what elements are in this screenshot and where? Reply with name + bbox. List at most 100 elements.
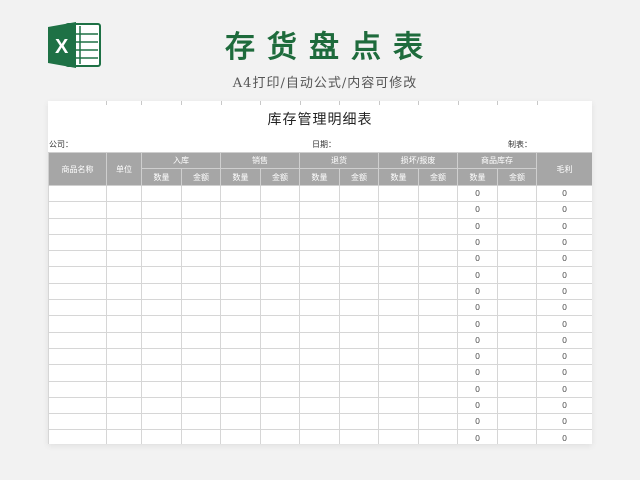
table-cell[interactable] xyxy=(181,331,221,349)
table-cell[interactable] xyxy=(220,315,261,333)
stock-qty-cell[interactable]: 0 xyxy=(457,266,499,284)
table-cell[interactable] xyxy=(141,429,182,444)
table-cell[interactable] xyxy=(106,233,142,252)
table-cell[interactable] xyxy=(339,364,379,382)
table-cell[interactable] xyxy=(181,266,221,284)
table-cell[interactable] xyxy=(339,233,379,252)
stock-qty-cell[interactable]: 0 xyxy=(457,233,499,252)
table-cell[interactable] xyxy=(48,429,107,444)
table-cell[interactable] xyxy=(106,282,142,301)
stock-qty-cell[interactable]: 0 xyxy=(457,217,499,235)
stock-qty-cell[interactable]: 0 xyxy=(457,315,499,333)
table-cell[interactable] xyxy=(497,201,538,219)
table-cell[interactable] xyxy=(378,347,419,366)
table-cell[interactable] xyxy=(299,380,340,398)
table-cell[interactable] xyxy=(378,266,419,284)
table-cell[interactable] xyxy=(48,331,107,349)
stock-qty-cell[interactable]: 0 xyxy=(457,331,499,349)
table-cell[interactable] xyxy=(339,396,379,415)
table-cell[interactable] xyxy=(106,250,142,268)
table-cell[interactable] xyxy=(260,250,300,268)
table-cell[interactable] xyxy=(106,413,142,431)
table-cell[interactable] xyxy=(181,396,221,415)
table-cell[interactable] xyxy=(339,380,379,398)
table-cell[interactable] xyxy=(181,217,221,235)
table-cell[interactable] xyxy=(220,413,261,431)
table-cell[interactable] xyxy=(378,413,419,431)
gross-profit-cell[interactable]: 0 xyxy=(536,429,592,444)
table-cell[interactable] xyxy=(378,250,419,268)
table-cell[interactable] xyxy=(497,282,538,301)
table-cell[interactable] xyxy=(181,201,221,219)
gross-profit-cell[interactable]: 0 xyxy=(536,331,592,349)
table-cell[interactable] xyxy=(106,315,142,333)
table-cell[interactable] xyxy=(48,201,107,219)
table-cell[interactable] xyxy=(141,331,182,349)
table-cell[interactable] xyxy=(299,299,340,317)
table-cell[interactable] xyxy=(339,282,379,301)
table-cell[interactable] xyxy=(339,315,379,333)
gross-profit-cell[interactable]: 0 xyxy=(536,266,592,284)
table-cell[interactable] xyxy=(497,396,538,415)
table-cell[interactable] xyxy=(299,217,340,235)
table-cell[interactable] xyxy=(339,217,379,235)
table-cell[interactable] xyxy=(497,233,538,252)
table-cell[interactable] xyxy=(48,380,107,398)
table-cell[interactable] xyxy=(417,266,459,284)
table-cell[interactable] xyxy=(48,299,107,317)
stock-qty-cell[interactable]: 0 xyxy=(457,364,499,382)
table-cell[interactable] xyxy=(378,282,419,301)
table-cell[interactable] xyxy=(378,299,419,317)
table-cell[interactable] xyxy=(106,396,142,415)
table-cell[interactable] xyxy=(260,184,300,203)
table-cell[interactable] xyxy=(141,233,182,252)
table-cell[interactable] xyxy=(181,250,221,268)
table-cell[interactable] xyxy=(260,315,300,333)
table-cell[interactable] xyxy=(48,184,107,203)
table-cell[interactable] xyxy=(220,347,261,366)
table-cell[interactable] xyxy=(220,429,261,444)
table-cell[interactable] xyxy=(339,413,379,431)
stock-qty-cell[interactable]: 0 xyxy=(457,380,499,398)
gross-profit-cell[interactable]: 0 xyxy=(536,413,592,431)
table-cell[interactable] xyxy=(497,315,538,333)
gross-profit-cell[interactable]: 0 xyxy=(536,380,592,398)
table-cell[interactable] xyxy=(181,413,221,431)
table-cell[interactable] xyxy=(220,299,261,317)
table-cell[interactable] xyxy=(220,217,261,235)
table-cell[interactable] xyxy=(48,347,107,366)
stock-qty-cell[interactable]: 0 xyxy=(457,396,499,415)
table-cell[interactable] xyxy=(220,233,261,252)
table-cell[interactable] xyxy=(339,184,379,203)
gross-profit-cell[interactable]: 0 xyxy=(536,347,592,366)
gross-profit-cell[interactable]: 0 xyxy=(536,282,592,301)
table-cell[interactable] xyxy=(497,347,538,366)
table-cell[interactable] xyxy=(299,315,340,333)
table-cell[interactable] xyxy=(181,299,221,317)
table-cell[interactable] xyxy=(378,233,419,252)
table-cell[interactable] xyxy=(220,331,261,349)
table-cell[interactable] xyxy=(220,380,261,398)
table-cell[interactable] xyxy=(181,380,221,398)
table-cell[interactable] xyxy=(497,184,538,203)
table-cell[interactable] xyxy=(106,299,142,317)
gross-profit-cell[interactable]: 0 xyxy=(536,315,592,333)
table-cell[interactable] xyxy=(339,347,379,366)
table-cell[interactable] xyxy=(48,250,107,268)
table-cell[interactable] xyxy=(497,413,538,431)
table-cell[interactable] xyxy=(141,201,182,219)
table-cell[interactable] xyxy=(417,396,459,415)
table-cell[interactable] xyxy=(260,299,300,317)
table-cell[interactable] xyxy=(497,331,538,349)
table-cell[interactable] xyxy=(417,413,459,431)
stock-qty-cell[interactable]: 0 xyxy=(457,184,499,203)
table-cell[interactable] xyxy=(141,413,182,431)
stock-qty-cell[interactable]: 0 xyxy=(457,201,499,219)
table-cell[interactable] xyxy=(417,217,459,235)
table-cell[interactable] xyxy=(48,364,107,382)
stock-qty-cell[interactable]: 0 xyxy=(457,347,499,366)
table-cell[interactable] xyxy=(260,233,300,252)
table-cell[interactable] xyxy=(48,233,107,252)
table-cell[interactable] xyxy=(339,299,379,317)
table-cell[interactable] xyxy=(260,380,300,398)
